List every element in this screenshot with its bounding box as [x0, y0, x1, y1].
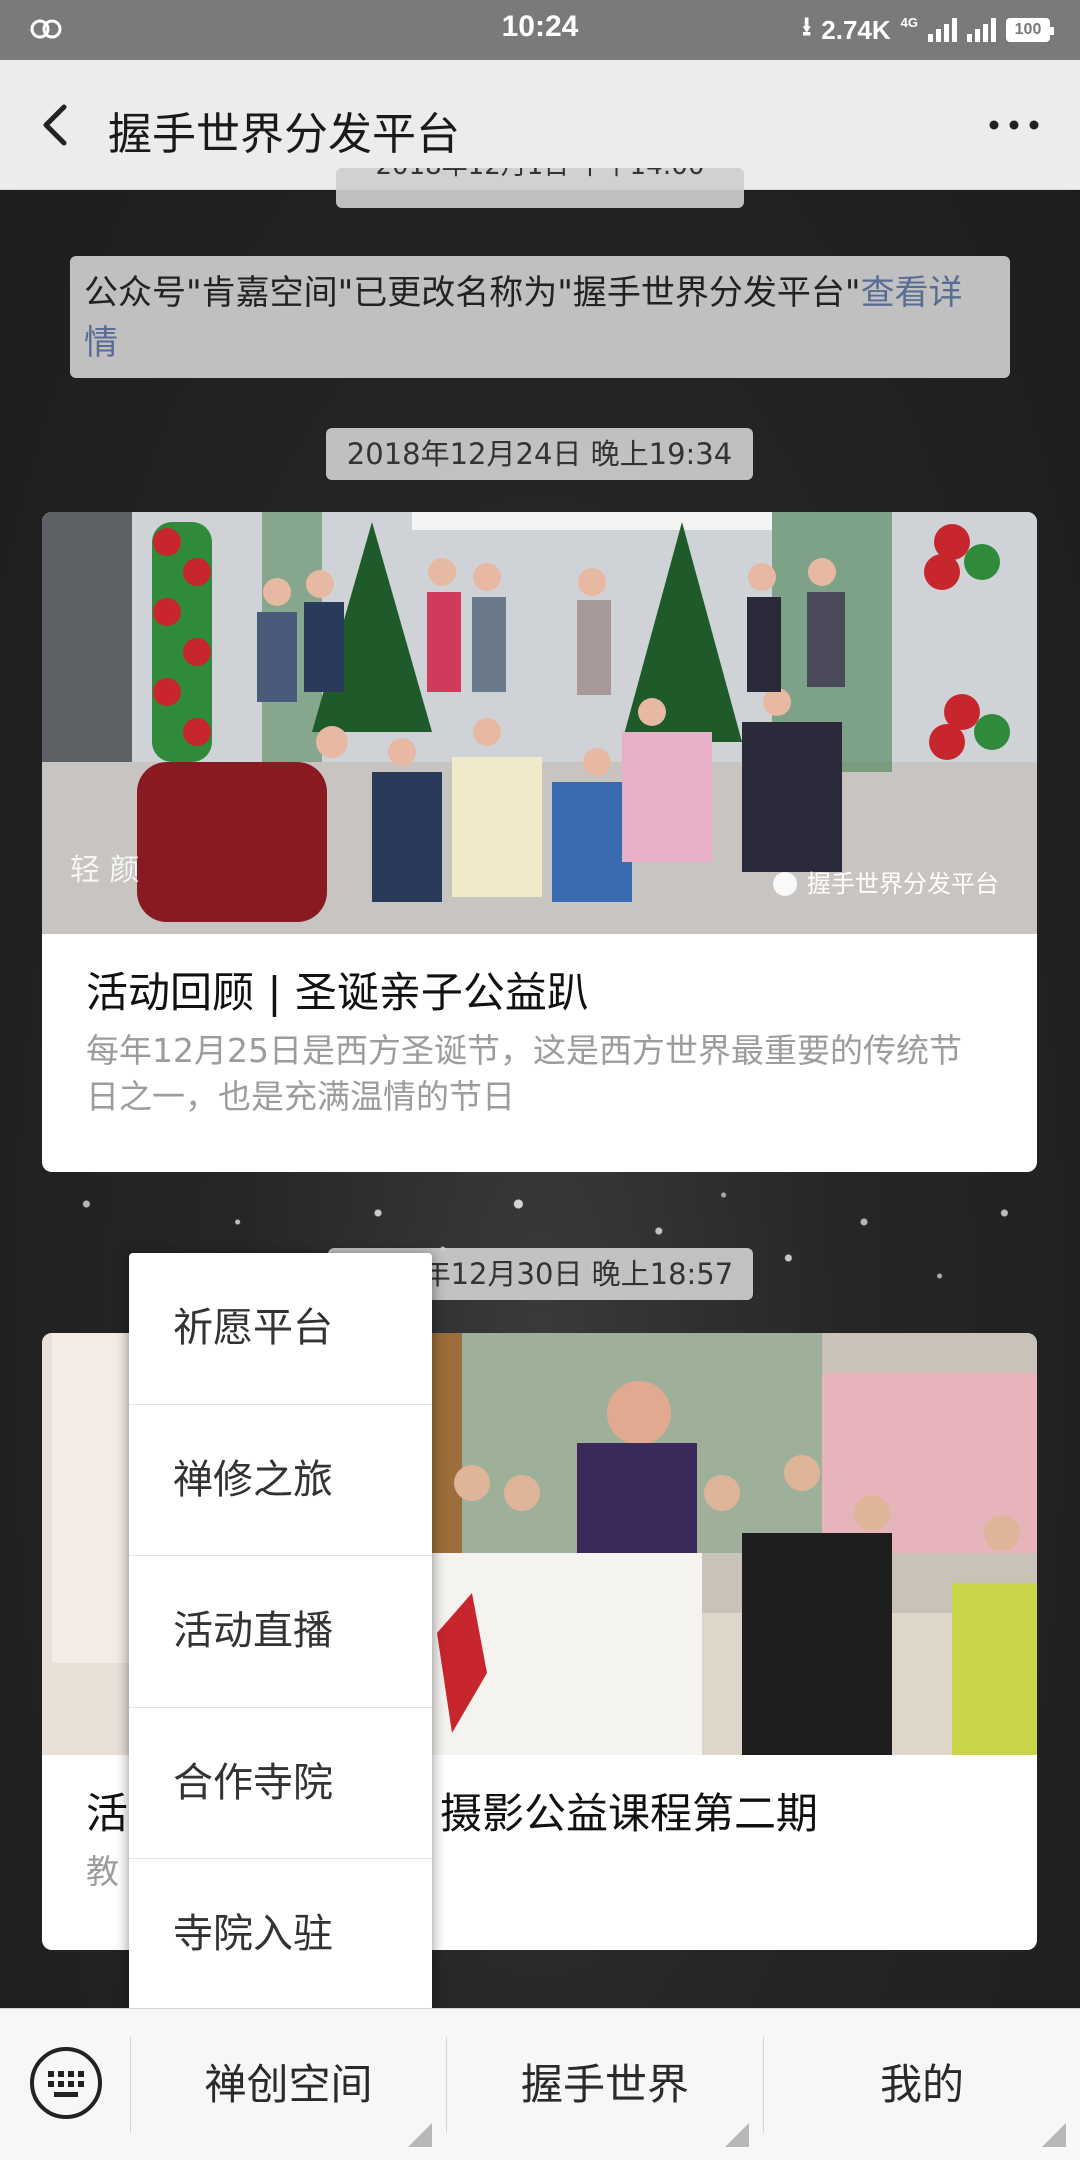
keyboard-icon[interactable]: [28, 2045, 104, 2121]
name-change-notice: 公众号"肯嘉空间"已更改名称为"握手世界分发平台"查看详情: [70, 256, 1010, 378]
more-options-icon[interactable]: [984, 110, 1044, 140]
battery-icon: 100: [1006, 18, 1054, 42]
article-title: 活动回顾 | 圣诞亲子公益趴: [86, 968, 589, 1017]
status-bar: 10:24 ⭳ 2.74K 4G 100: [0, 0, 1080, 60]
submenu-indicator-icon: [725, 2123, 749, 2147]
notice-text: 公众号"肯嘉空间"已更改名称为"握手世界分发平台": [84, 273, 861, 313]
signal-icon: [928, 18, 957, 42]
menu-item-temple-join[interactable]: 寺院入驻: [129, 1859, 432, 2011]
submenu-indicator-icon: [1042, 2123, 1066, 2147]
menu-item-live-events[interactable]: 活动直播: [129, 1556, 432, 1708]
article-title-2-end: 摄影公益课程第二期: [440, 1789, 819, 1838]
menu-item-wish-platform[interactable]: 祈愿平台: [129, 1253, 432, 1405]
tab-chan-space-label: 禅创空间: [204, 2060, 373, 2109]
article-description: 每年12月25日是西方圣诞节，这是西方世界最重要的传统节日之一，也是充满温情的节…: [86, 1031, 962, 1116]
tab-mine-label: 我的: [879, 2060, 964, 2109]
timestamp-partial-text: 2018年12月1日 下午14:00: [376, 168, 705, 181]
article-card-christmas[interactable]: 轻 颜 握手世界分发平台 活动回顾 | 圣诞亲子公益趴 每年12月25日是西方圣…: [42, 512, 1037, 1172]
watermark-right: 握手世界分发平台: [807, 870, 999, 898]
timestamp-partial: 2018年12月1日 下午14:00: [336, 168, 744, 208]
christmas-photo-illustration: 轻 颜 握手世界分发平台: [42, 512, 1037, 934]
bottom-menu-bar: 禅创空间 握手世界 我的: [0, 2008, 1080, 2160]
submenu-indicator-icon: [408, 2123, 432, 2147]
balloon-column-left: [152, 522, 212, 762]
article-cover-image: 轻 颜 握手世界分发平台: [42, 512, 1037, 934]
article-title-2-start: 活: [86, 1789, 129, 1838]
signal-icon-2: [967, 18, 996, 42]
submenu-popup: 祈愿平台 禅修之旅 活动直播 合作寺院 寺院入驻: [129, 1253, 432, 2011]
network-speed: 2.74K: [821, 14, 891, 45]
status-indicators: ⭳ 2.74K 4G 100: [802, 11, 1054, 48]
watermark-left: 轻 颜: [70, 853, 140, 888]
network-type: 4G: [900, 14, 918, 30]
tab-handshake-world[interactable]: 握手世界: [447, 2009, 763, 2160]
back-arrow-icon[interactable]: [30, 97, 86, 153]
page-title: 握手世界分发平台: [108, 109, 460, 160]
tab-mine[interactable]: 我的: [764, 2009, 1080, 2160]
download-speed-icon: ⭳: [802, 11, 812, 41]
timestamp-1: 2018年12月24日 晚上19:34: [326, 428, 753, 480]
tab-chan-space[interactable]: 禅创空间: [131, 2009, 446, 2160]
tab-handshake-world-label: 握手世界: [520, 2060, 689, 2109]
wechat-icon: [773, 872, 797, 896]
menu-item-partner-temples[interactable]: 合作寺院: [129, 1708, 432, 1860]
menu-item-meditation-tour[interactable]: 禅修之旅: [129, 1405, 432, 1557]
